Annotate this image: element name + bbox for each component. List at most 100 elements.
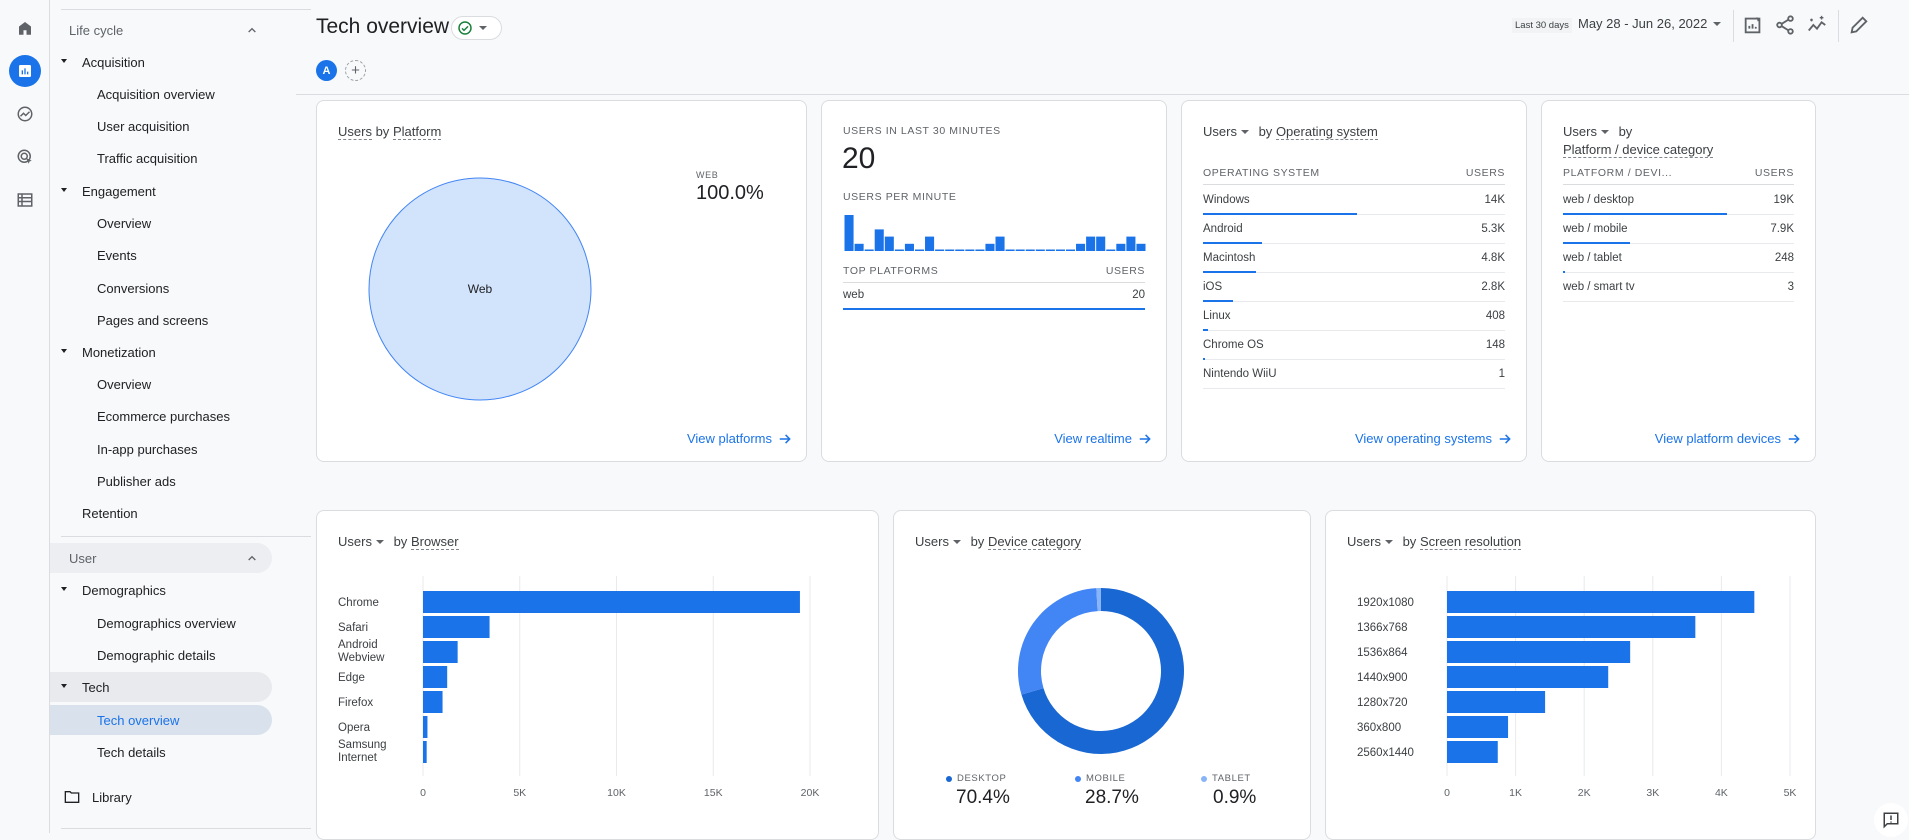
caret-down-icon[interactable] <box>1240 130 1249 134</box>
minute-bar[interactable] <box>1126 236 1136 251</box>
nav-item-demographic-details[interactable]: Demographic details <box>50 640 272 670</box>
minute-bar[interactable] <box>1015 249 1025 252</box>
bar[interactable] <box>1447 691 1546 713</box>
minute-bar[interactable] <box>1096 236 1106 251</box>
nav-item-engagement-overview[interactable]: Overview <box>50 208 272 238</box>
bar[interactable] <box>1447 641 1631 663</box>
dimension-selector[interactable]: Screen resolution <box>1419 534 1522 550</box>
table-row[interactable]: web / smart tv 3 <box>1563 273 1794 302</box>
metric-selector[interactable]: Users <box>1203 124 1237 139</box>
metric-selector[interactable]: Users <box>338 124 372 140</box>
bar[interactable] <box>1447 741 1498 763</box>
minute-bar[interactable] <box>925 236 935 251</box>
dimension-selector[interactable]: Device category <box>987 534 1082 550</box>
dimension-selector[interactable]: Operating system <box>1275 124 1378 140</box>
metric-selector[interactable]: Users <box>1347 534 1381 549</box>
minute-bar[interactable] <box>874 229 884 251</box>
bar[interactable] <box>423 691 443 713</box>
table-row[interactable]: web 20 <box>843 284 1145 313</box>
explore-icon[interactable] <box>9 98 41 130</box>
nav-item-inapp-purchases[interactable]: In-app purchases <box>50 434 272 464</box>
minute-bar[interactable] <box>955 249 965 252</box>
view-operating-systems-link[interactable]: View operating systems <box>1355 431 1512 446</box>
share-icon[interactable] <box>1774 14 1796 36</box>
view-realtime-link[interactable]: View realtime <box>1054 431 1152 446</box>
nav-item-ecommerce-purchases[interactable]: Ecommerce purchases <box>50 401 272 431</box>
nav-item-acquisition-overview[interactable]: Acquisition overview <box>50 79 272 109</box>
minute-bar[interactable] <box>975 249 985 252</box>
configure-icon[interactable] <box>9 184 41 216</box>
nav-item-demographics-overview[interactable]: Demographics overview <box>50 608 272 638</box>
bar[interactable] <box>423 641 458 663</box>
date-range-picker[interactable]: May 28 - Jun 26, 2022 <box>1578 16 1722 31</box>
nav-item-tech[interactable]: Tech <box>50 672 272 702</box>
minute-bar[interactable] <box>985 243 995 251</box>
minute-bar[interactable] <box>1045 249 1055 252</box>
bar[interactable] <box>423 616 490 638</box>
minute-bar[interactable] <box>965 249 975 252</box>
table-row[interactable]: Windows 14K <box>1203 186 1505 215</box>
minute-bar[interactable] <box>935 249 945 252</box>
minute-bar[interactable] <box>1055 249 1065 252</box>
minute-bar[interactable] <box>1065 249 1076 252</box>
add-comparison-button[interactable]: + <box>345 60 366 81</box>
metric-selector[interactable]: Users <box>915 534 949 549</box>
customize-report-icon[interactable] <box>1742 14 1764 36</box>
minute-bar[interactable] <box>1086 236 1096 251</box>
table-row[interactable]: Nintendo WiiU 1 <box>1203 360 1505 389</box>
nav-section-user[interactable]: User <box>50 543 272 573</box>
table-row[interactable]: Chrome OS 148 <box>1203 331 1505 360</box>
nav-item-publisher-ads[interactable]: Publisher ads <box>50 466 272 496</box>
minute-bar[interactable] <box>894 249 904 252</box>
feedback-button[interactable] <box>1874 803 1908 837</box>
table-row[interactable]: iOS 2.8K <box>1203 273 1505 302</box>
minute-bar[interactable] <box>1106 249 1116 252</box>
nav-item-pages-and-screens[interactable]: Pages and screens <box>50 305 272 335</box>
minute-bar[interactable] <box>945 249 955 252</box>
metric-selector[interactable]: Users <box>338 534 372 549</box>
dimension-selector[interactable]: Browser <box>410 534 459 550</box>
home-icon[interactable] <box>9 12 41 44</box>
caret-down-icon[interactable] <box>952 540 961 544</box>
minute-bar[interactable] <box>864 249 874 252</box>
reports-icon[interactable] <box>9 55 41 87</box>
caret-down-icon[interactable] <box>1384 540 1393 544</box>
comparison-avatar[interactable]: A <box>316 60 337 81</box>
nav-item-tech-overview[interactable]: Tech overview <box>50 705 272 735</box>
table-row[interactable]: web / desktop 19K <box>1563 186 1794 215</box>
donut-slice-mobile[interactable] <box>1018 588 1098 695</box>
bar[interactable] <box>1447 666 1609 688</box>
table-row[interactable]: web / mobile 7.9K <box>1563 215 1794 244</box>
nav-item-traffic-acquisition[interactable]: Traffic acquisition <box>50 143 272 173</box>
edit-pencil-icon[interactable] <box>1848 14 1870 36</box>
dimension-selector[interactable]: Platform <box>392 124 442 140</box>
report-status-dropdown[interactable] <box>451 16 502 40</box>
caret-down-icon[interactable] <box>1600 130 1609 134</box>
caret-down-icon[interactable] <box>375 540 384 544</box>
nav-item-tech-details[interactable]: Tech details <box>50 737 272 767</box>
minute-bar[interactable] <box>1136 243 1146 251</box>
minute-bar[interactable] <box>854 243 864 251</box>
nav-item-library[interactable]: Library <box>50 782 272 812</box>
minute-bar[interactable] <box>1076 243 1086 251</box>
nav-section-lifecycle[interactable]: Life cycle <box>50 15 272 45</box>
bar[interactable] <box>1447 716 1509 738</box>
nav-item-events[interactable]: Events <box>50 240 272 270</box>
minute-bar[interactable] <box>904 243 914 251</box>
minute-bar[interactable] <box>844 215 854 251</box>
minute-bar[interactable] <box>995 236 1005 251</box>
bar[interactable] <box>423 591 800 613</box>
metric-selector[interactable]: Users <box>1563 124 1597 139</box>
nav-item-acquisition[interactable]: Acquisition <box>50 47 272 77</box>
minute-bar[interactable] <box>1025 249 1035 252</box>
nav-item-conversions[interactable]: Conversions <box>50 273 272 303</box>
bar[interactable] <box>423 666 448 688</box>
minute-bar[interactable] <box>914 249 925 252</box>
minute-bar[interactable] <box>884 236 894 251</box>
nav-item-retention[interactable]: Retention <box>50 498 272 528</box>
table-row[interactable]: Android 5.3K <box>1203 215 1505 244</box>
bar[interactable] <box>423 741 427 763</box>
nav-item-user-acquisition[interactable]: User acquisition <box>50 111 272 141</box>
bar[interactable] <box>423 716 428 738</box>
table-row[interactable]: Macintosh 4.8K <box>1203 244 1505 273</box>
